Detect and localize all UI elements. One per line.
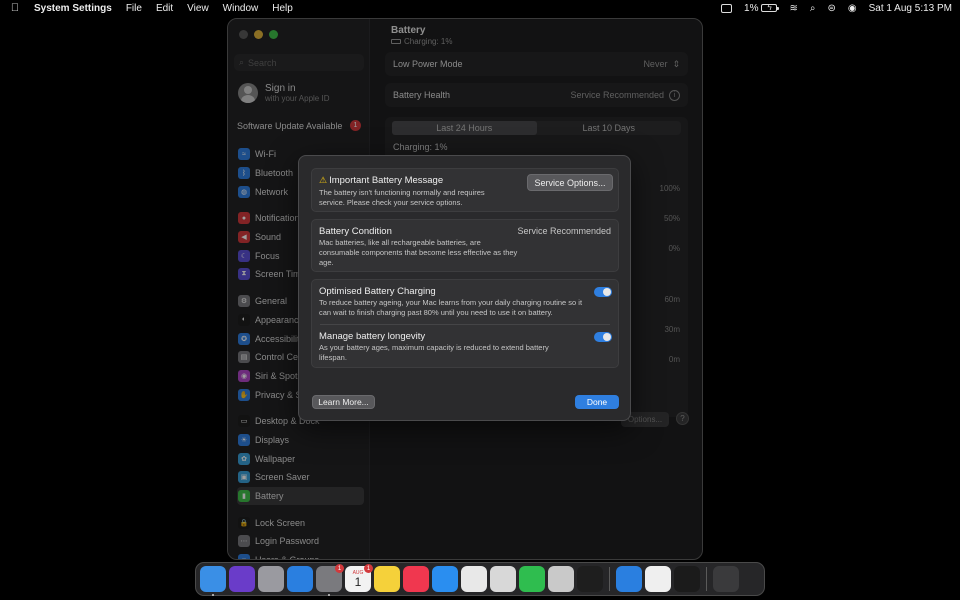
battery-message-title: ⚠ Important Battery Message <box>319 175 443 186</box>
dock-separator <box>609 567 610 591</box>
siri-app-icon[interactable] <box>229 566 255 592</box>
menu-help[interactable]: Help <box>272 3 293 14</box>
finder-icon[interactable] <box>200 566 226 596</box>
notes-icon[interactable] <box>374 566 400 592</box>
siri-menu-icon[interactable]: ◉ <box>848 3 857 14</box>
system-settings-icon[interactable]: 1 <box>316 564 344 596</box>
longevity-title: Manage battery longevity <box>319 331 426 342</box>
control-centre-icon[interactable]: ⊜ <box>827 3 835 14</box>
menu-view[interactable]: View <box>187 3 209 14</box>
optimised-charging-title: Optimised Battery Charging <box>319 286 436 297</box>
battery-condition-value: Service Recommended <box>517 226 611 236</box>
trash-icon[interactable] <box>713 566 739 592</box>
launchpad-icon[interactable] <box>258 566 284 592</box>
xcode-icon[interactable] <box>616 566 642 592</box>
dock-badge: 1 <box>364 564 373 573</box>
spotlight-search-icon[interactable]: ⌕ <box>810 3 816 14</box>
calendar-icon[interactable]: AUG 1 1 <box>345 564 373 592</box>
chrome-icon[interactable] <box>461 566 487 592</box>
battery-condition-desc: Mac batteries, like all rechargeable bat… <box>319 238 518 267</box>
battery-message-card: ⚠ Important Battery Message The battery i… <box>311 168 619 212</box>
terminal-icon[interactable] <box>674 566 700 592</box>
longevity-desc: As your battery ages, maximum capacity i… <box>319 343 549 362</box>
apple-menu-icon[interactable]:  <box>8 2 22 14</box>
running-indicator <box>212 594 214 596</box>
card-divider <box>320 324 610 325</box>
calendar-day: 1 <box>354 574 362 589</box>
battery-percent: 1% <box>744 2 759 14</box>
battery-condition-card: Battery Condition Service Recommended Ma… <box>311 219 619 272</box>
battery-message-title-text: Important Battery Message <box>329 175 444 186</box>
battery-condition-title: Battery Condition <box>319 226 392 237</box>
safari-icon[interactable] <box>287 566 313 592</box>
dock: 1 AUG 1 1 <box>195 562 765 596</box>
optimised-charging-toggle[interactable] <box>594 287 612 297</box>
battery-health-dialog: ⚠ Important Battery Message The battery i… <box>298 155 631 421</box>
wifi-menu-icon[interactable]: ≋ <box>789 3 797 14</box>
vlc-icon[interactable] <box>577 566 603 592</box>
optimised-charging-desc: To reduce battery ageing, your Mac learn… <box>319 298 583 317</box>
warning-icon: ⚠ <box>319 175 328 185</box>
service-options-button[interactable]: Service Options... <box>527 174 613 191</box>
done-button[interactable]: Done <box>575 395 619 409</box>
learn-more-button[interactable]: Learn More... <box>312 395 375 409</box>
dock-badge: 1 <box>335 564 344 573</box>
menu-clock[interactable]: Sat 1 Aug 5:13 PM <box>869 3 952 14</box>
menu-edit[interactable]: Edit <box>156 3 173 14</box>
charging-settings-card: Optimised Battery Charging To reduce bat… <box>311 279 619 368</box>
battery-message-desc: The battery isn't functioning normally a… <box>319 188 485 207</box>
menu-window[interactable]: Window <box>223 3 259 14</box>
longevity-toggle[interactable] <box>594 332 612 342</box>
battery-menu[interactable]: 1% ϟ <box>744 2 780 14</box>
preview-icon[interactable] <box>548 566 574 592</box>
whatsapp-icon[interactable] <box>519 566 545 592</box>
screenshot-icon[interactable] <box>490 566 516 592</box>
dock-separator <box>706 567 707 591</box>
stage-manager-icon[interactable] <box>721 3 733 13</box>
running-indicator <box>328 594 330 596</box>
textedit-icon[interactable] <box>645 566 671 592</box>
menu-file[interactable]: File <box>126 3 142 14</box>
menu-app-name[interactable]: System Settings <box>34 3 112 14</box>
mail-icon[interactable] <box>432 566 458 592</box>
menu-bar:  System Settings File Edit View Window … <box>0 0 960 16</box>
music-icon[interactable] <box>403 566 429 592</box>
menubar-battery-icon: ϟ <box>761 3 780 12</box>
